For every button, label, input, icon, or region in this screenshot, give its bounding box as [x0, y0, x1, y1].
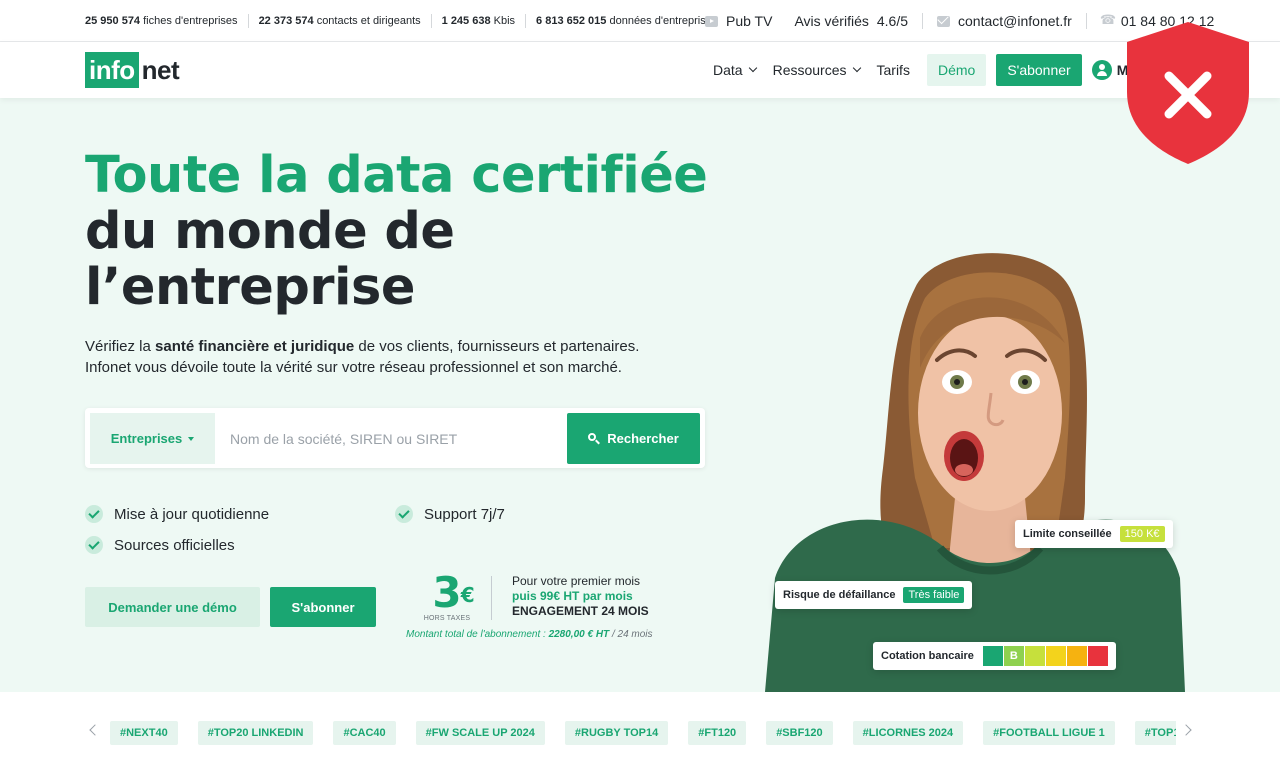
rating-scale: B — [982, 646, 1108, 666]
feature-support: Support 7j/7 — [395, 505, 505, 523]
rating-cell — [1087, 646, 1108, 666]
reviews-link[interactable]: Avis vérifiés 4.6/5 — [794, 13, 924, 29]
chevron-down-icon — [748, 63, 757, 73]
check-icon — [85, 536, 103, 554]
rating-cell-selected: B — [1003, 646, 1024, 666]
hero-lead: Vérifiez la santé financière et juridiqu… — [85, 338, 640, 376]
hashtag-chip[interactable]: #TOP100 CHALLENGES — [1134, 721, 1176, 745]
nav-subscribe-button[interactable]: S'abonner — [996, 54, 1082, 86]
credit-limit-card: Limite conseillée 150 K€ — [1015, 520, 1173, 548]
feature-official-sources: Sources officielles — [85, 536, 235, 554]
rating-cell — [1045, 646, 1066, 666]
account-button[interactable]: M — [1091, 60, 1128, 80]
price-total: Montant total de l'abonnement : 2280,00 … — [406, 629, 653, 640]
search-icon — [588, 432, 600, 445]
chevron-right-icon[interactable] — [1180, 724, 1192, 736]
top-info-bar: 25 950 574 fiches d'entreprises 22 373 5… — [0, 0, 1280, 42]
bank-rating-card: Cotation bancaire B — [873, 642, 1116, 670]
stat-kbis: 1 245 638 Kbis — [432, 14, 527, 28]
hashtag-chip[interactable]: #LICORNES 2024 — [852, 721, 964, 745]
chevron-down-icon — [852, 63, 861, 73]
phone-icon — [1100, 12, 1116, 28]
nav-ressources[interactable]: Ressources — [773, 62, 861, 78]
stat-data: 6 813 652 015 données d'entreprise — [536, 15, 712, 27]
feature-daily-update: Mise à jour quotidienne — [85, 505, 269, 523]
default-risk-card: Risque de défaillance Très faible — [775, 581, 973, 609]
surprised-woman-image — [765, 253, 1185, 692]
nav-demo-button[interactable]: Démo — [926, 54, 987, 86]
subscribe-button[interactable]: S'abonner — [270, 587, 376, 627]
price-divider — [491, 576, 492, 620]
infonet-logo[interactable]: info net — [85, 52, 180, 88]
stat-contacts: 22 373 574 contacts et dirigeants — [249, 14, 432, 28]
hashtag-chip[interactable]: #SBF120 — [766, 721, 833, 745]
request-demo-button[interactable]: Demander une démo — [85, 587, 260, 627]
search-button[interactable]: Rechercher — [567, 413, 700, 464]
nav-tarifs[interactable]: Tarifs — [877, 62, 910, 78]
hashtag-chip[interactable]: #FW SCALE UP 2024 — [415, 721, 545, 745]
hashtag-chip[interactable]: #TOP20 LINKEDIN — [197, 721, 314, 745]
hashtag-chip[interactable]: #NEXT40 — [110, 721, 178, 745]
rating-cell — [1066, 646, 1087, 666]
hero-title: Toute la data certifiée du monde de l’en… — [85, 146, 708, 317]
nav-data[interactable]: Data — [713, 62, 757, 78]
main-nav: info net Data Ressources Tarifs Démo S'ab… — [0, 42, 1280, 98]
rating-cell — [982, 646, 1003, 666]
hero-section: Toute la data certifiée du monde de l’en… — [0, 98, 1280, 692]
caret-down-icon — [188, 436, 195, 441]
check-icon — [85, 505, 103, 523]
blocked-shield-icon — [1127, 22, 1249, 164]
search-input[interactable] — [230, 413, 560, 464]
pub-tv-link[interactable]: Pub TV — [705, 13, 772, 29]
youtube-icon — [705, 15, 718, 27]
hashtag-list: #NEXT40 #TOP20 LINKEDIN #CAC40 #FW SCALE UP… — [110, 721, 1176, 745]
category-select[interactable]: Entreprises — [90, 413, 215, 464]
mail-icon — [937, 15, 951, 27]
hashtag-chip[interactable]: #RUGBY TOP14 — [564, 721, 669, 745]
hashtag-chip[interactable]: #CAC40 — [333, 721, 396, 745]
email-link[interactable]: contact@infonet.fr — [937, 13, 1087, 29]
hashtag-bar: #NEXT40 #TOP20 LINKEDIN #CAC40 #FW SCALE UP… — [0, 692, 1280, 768]
rating-cell — [1024, 646, 1045, 666]
hashtag-chip[interactable]: #FOOTBALL LIGUE 1 — [983, 721, 1115, 745]
hashtag-chip[interactable]: #FT120 — [688, 721, 747, 745]
chevron-left-icon[interactable] — [89, 724, 101, 736]
stat-companies: 25 950 574 fiches d'entreprises — [85, 14, 249, 28]
search-bar: Entreprises Rechercher — [85, 408, 705, 468]
stats-bar: 25 950 574 fiches d'entreprises 22 373 5… — [85, 0, 722, 42]
user-icon — [1091, 60, 1112, 80]
check-icon — [395, 505, 413, 523]
price-info: Pour votre premier mois puis 99€ HT par … — [512, 574, 649, 618]
price-block: 3 € HORS TAXES — [423, 568, 475, 623]
